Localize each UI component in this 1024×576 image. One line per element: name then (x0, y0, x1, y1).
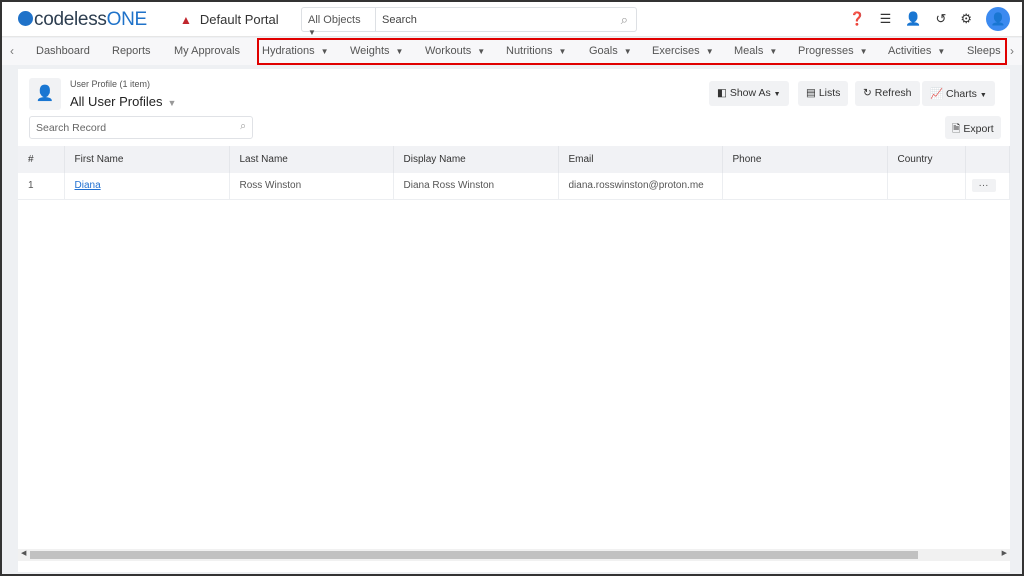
nav-nutritions[interactable]: Nutritions ▼ (506, 45, 566, 57)
chevron-down-icon: ▼ (773, 91, 781, 98)
search-icon[interactable]: ⌕ (621, 12, 628, 28)
scroll-right-arrow-icon[interactable]: ▶ (1002, 549, 1007, 557)
chevron-down-icon: ▼ (705, 47, 714, 56)
nav-meals[interactable]: Meals ▼ (734, 45, 777, 57)
nav-activities[interactable]: Activities ▼ (888, 45, 945, 57)
nav-dashboard[interactable]: Dashboard (36, 45, 90, 57)
column-header-number[interactable]: # (18, 146, 65, 173)
table-header: # First Name Last Name Display Name Emai… (18, 146, 1010, 173)
cell-actions: ··· (965, 173, 1010, 200)
nav-hydrations[interactable]: Hydrations ▼ (262, 45, 329, 57)
portal-selector[interactable]: ▲ Default Portal (180, 12, 279, 27)
nav-goals[interactable]: Goals ▼ (589, 45, 632, 57)
refresh-icon: ↻ (863, 87, 872, 99)
chevron-down-icon: ▼ (859, 47, 868, 56)
nav-bar: ‹ Dashboard Reports My Approvals Hydrati… (2, 38, 1022, 65)
search-record-input[interactable]: Search Record ⌕ (29, 116, 253, 139)
nav-progresses[interactable]: Progresses ▼ (798, 45, 868, 57)
layout-icon: ◧ (717, 87, 727, 99)
column-header-display-name[interactable]: Display Name (393, 146, 559, 173)
scroll-left-arrow-icon[interactable]: ◀ (21, 549, 26, 557)
chevron-down-icon: ▼ (477, 47, 486, 56)
object-subtitle: User Profile (1 item) (70, 79, 151, 89)
cell-number: 1 (18, 173, 65, 200)
nav-exercises[interactable]: Exercises ▼ (652, 45, 714, 57)
database-icon[interactable]: ☰ (880, 11, 892, 27)
charts-button[interactable]: 📈 Charts ▼ (922, 81, 995, 106)
column-header-actions (965, 146, 1010, 173)
user-avatar-icon[interactable]: 👤 (986, 7, 1010, 31)
cell-display-name: Diana Ross Winston (393, 173, 559, 200)
chevron-down-icon: ▼ (623, 47, 632, 56)
list-icon: ▤ (806, 87, 816, 99)
global-search: All Objects ▼ Search ⌕ (301, 7, 637, 37)
column-header-last-name[interactable]: Last Name (229, 146, 394, 173)
horizontal-scrollbar[interactable]: ◀ ▶ (18, 549, 1010, 561)
top-bar: codelessONE ▲ Default Portal All Objects … (2, 2, 1022, 37)
column-header-country[interactable]: Country (887, 146, 966, 173)
user-profile-icon: 👤 (29, 78, 61, 110)
view-selector[interactable]: All User Profiles ▼ (70, 94, 176, 109)
chevron-down-icon: ▼ (167, 98, 177, 108)
chevron-down-icon: ▼ (979, 92, 987, 99)
scroll-left-icon[interactable]: ‹ (10, 44, 14, 58)
show-as-button[interactable]: ◧ Show As ▼ (709, 81, 789, 106)
column-header-email[interactable]: Email (558, 146, 723, 173)
refresh-button[interactable]: ↻ Refresh (855, 81, 920, 106)
column-header-first-name[interactable]: First Name (64, 146, 230, 173)
nav-weights[interactable]: Weights ▼ (350, 45, 403, 57)
chevron-down-icon: ▼ (320, 47, 329, 56)
records-table: # First Name Last Name Display Name Emai… (18, 146, 1010, 200)
cell-last-name: Ross Winston (229, 173, 394, 200)
search-scope-select[interactable]: All Objects ▼ (302, 8, 376, 37)
export-icon: 🗎 (952, 123, 961, 135)
cell-phone (722, 173, 888, 200)
cell-country (887, 173, 966, 200)
main-panel: 👤 User Profile (1 item) All User Profile… (18, 69, 1010, 572)
search-input[interactable]: Search (376, 8, 636, 31)
table-row: 1 Diana Ross Winston Diana Ross Winston … (18, 173, 1010, 200)
more-actions-button[interactable]: ··· (971, 179, 996, 193)
portal-icon: ▲ (180, 13, 192, 27)
chevron-down-icon: ▼ (769, 47, 778, 56)
add-user-icon[interactable]: 👤 (905, 11, 921, 27)
nav-my-approvals[interactable]: My Approvals (174, 45, 240, 57)
scroll-right-icon[interactable]: › (1010, 44, 1014, 58)
cell-email: diana.rosswinston@proton.me (558, 173, 723, 200)
chart-icon: 📈 (930, 88, 944, 100)
logo[interactable]: codelessONE (18, 9, 147, 31)
scrollbar-thumb[interactable] (30, 551, 918, 559)
logo-mark-icon (18, 11, 33, 26)
chevron-down-icon: ▼ (308, 28, 316, 37)
chevron-down-icon: ▼ (395, 47, 404, 56)
nav-reports[interactable]: Reports (112, 45, 151, 57)
record-link[interactable]: Diana (75, 180, 101, 191)
search-icon: ⌕ (240, 120, 246, 132)
nav-workouts[interactable]: Workouts ▼ (425, 45, 485, 57)
column-header-phone[interactable]: Phone (722, 146, 888, 173)
lists-button[interactable]: ▤ Lists (798, 81, 849, 106)
cell-first-name: Diana (64, 173, 230, 200)
gear-icon[interactable]: ⚙ (960, 11, 972, 27)
export-button[interactable]: 🗎 Export (945, 116, 1001, 139)
history-icon[interactable]: ↺ (935, 11, 946, 27)
chevron-down-icon: ▼ (937, 47, 946, 56)
nav-sleeps[interactable]: Sleeps (967, 45, 1001, 57)
help-icon[interactable]: ❓ (849, 11, 865, 27)
chevron-down-icon: ▼ (558, 47, 567, 56)
